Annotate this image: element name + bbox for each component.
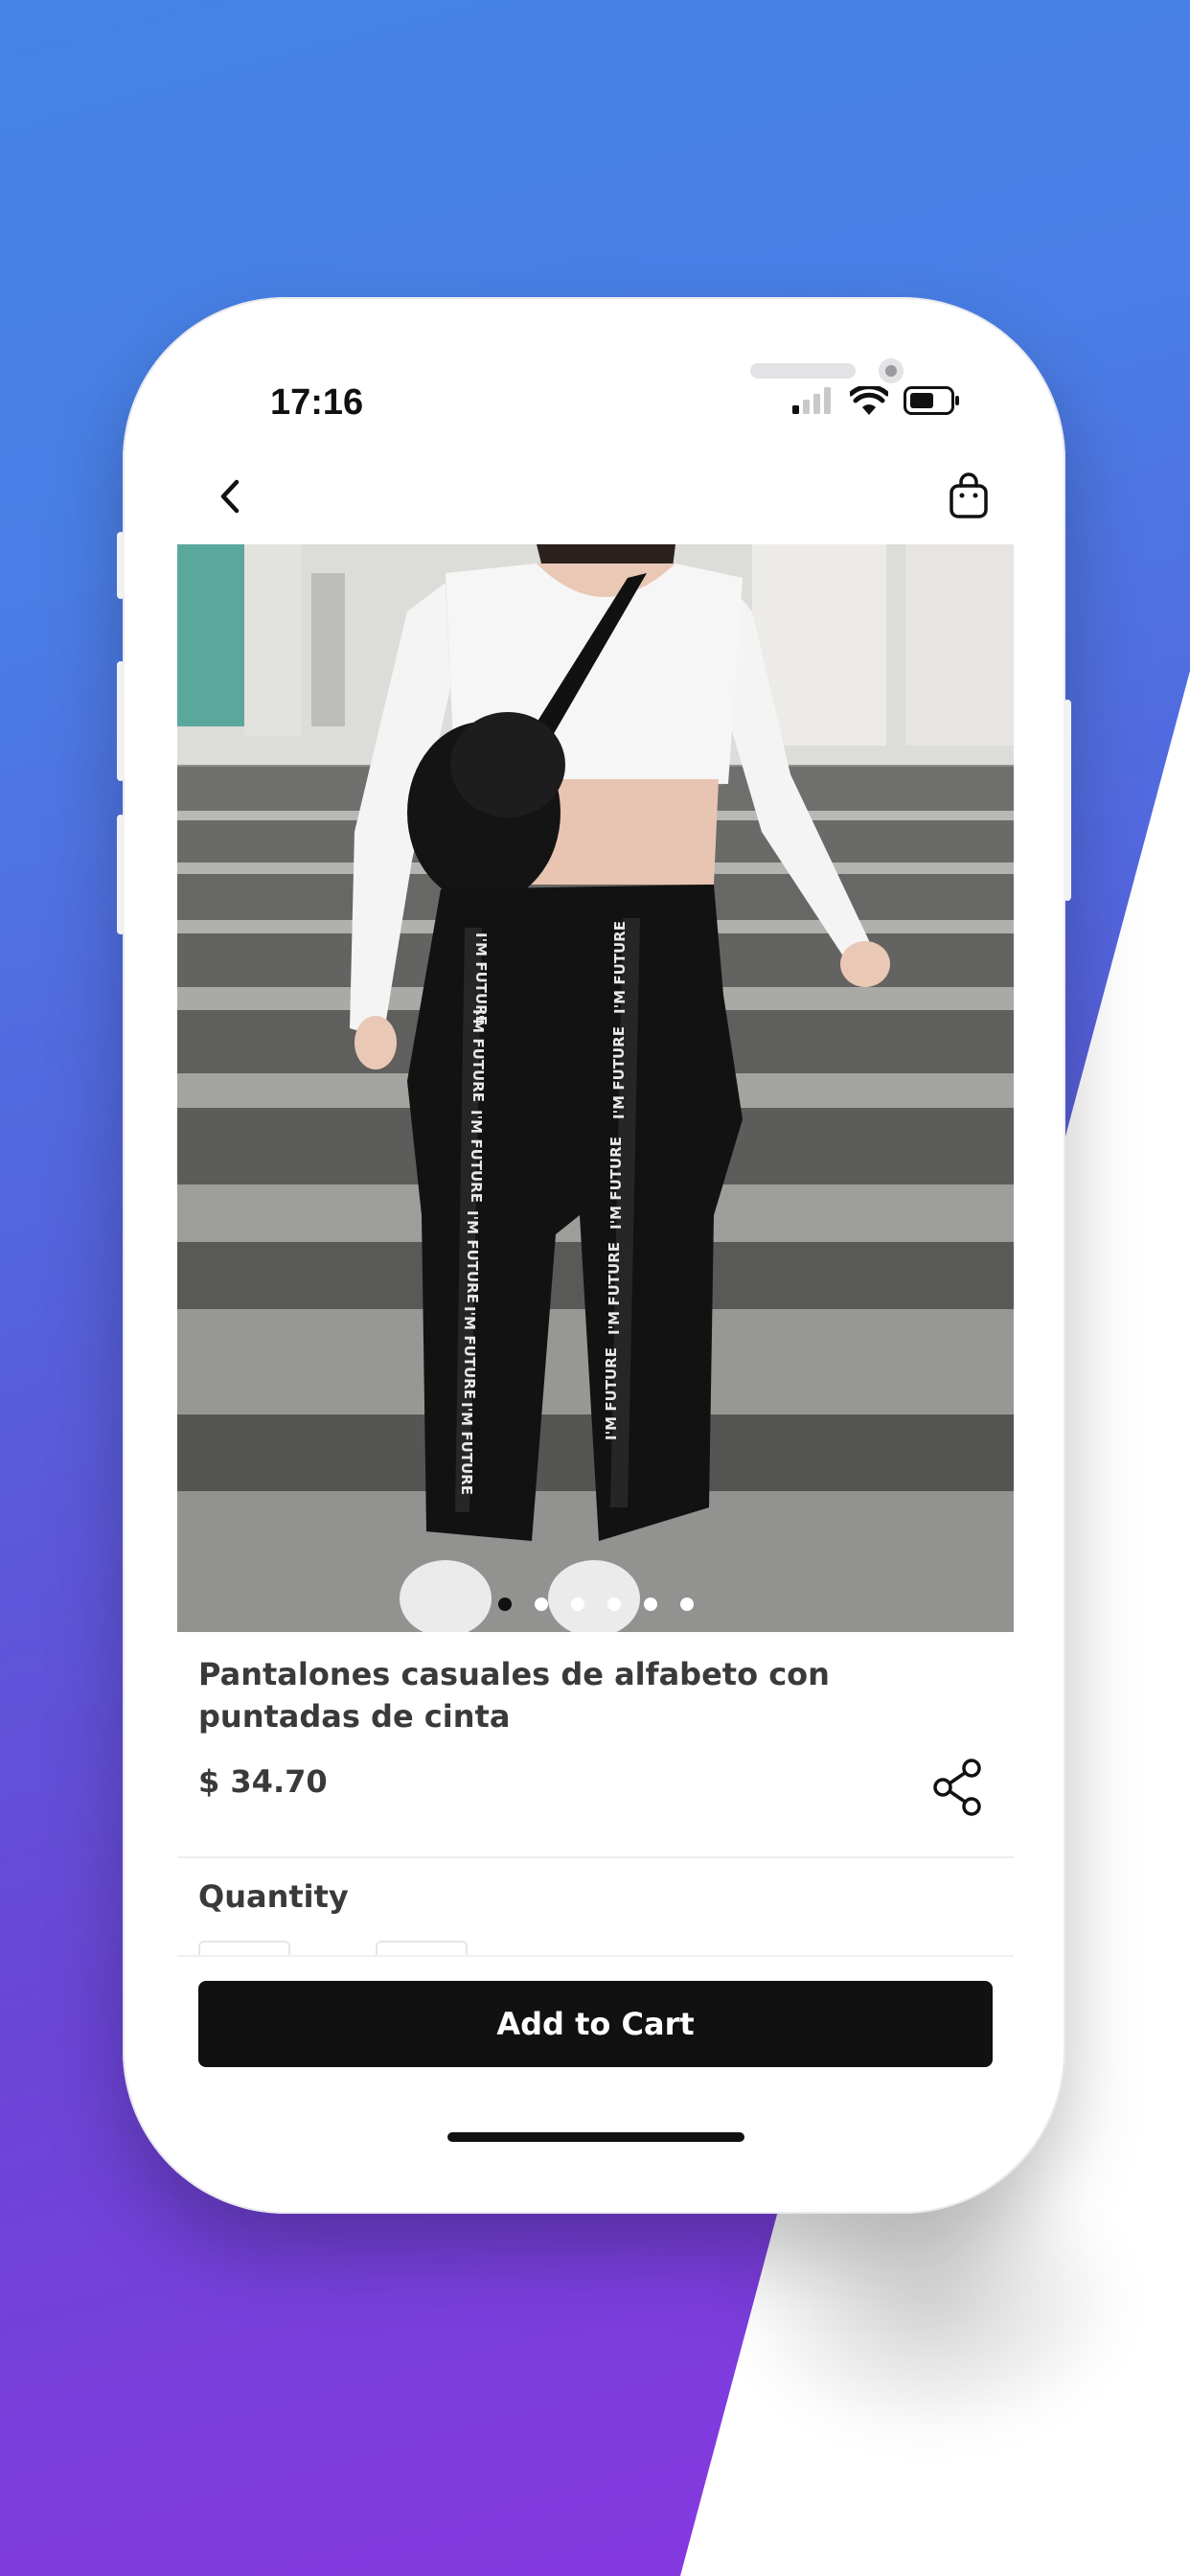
print-text: I'M FUTURE (607, 1137, 625, 1230)
product-photo: I'M FUTURE I'M FUTURE I'M FUTURE I'M FUT… (177, 544, 1014, 1632)
product-title: Pantalones casuales de alfabeto con punt… (198, 1656, 830, 1735)
notch (383, 350, 904, 411)
print-text: I'M FUTURE (468, 1110, 485, 1203)
cart-button[interactable] (943, 471, 995, 522)
section-divider (177, 1856, 1014, 1858)
phone-side-button-volume-up (117, 661, 125, 781)
back-button[interactable] (206, 472, 254, 520)
quantity-label: Quantity (198, 1878, 349, 1915)
phone-side-button-power (1064, 700, 1071, 901)
speaker-grille (750, 363, 856, 379)
product-price: $ 34.70 (198, 1763, 328, 1800)
phone-side-button-volume-down (117, 815, 125, 934)
phone-side-button-mute (117, 532, 125, 599)
print-text: I'M FUTURE (458, 1402, 475, 1495)
print-text: I'M FUTURE (611, 921, 629, 1014)
chevron-left-icon (220, 479, 240, 514)
front-camera (879, 358, 904, 383)
add-to-cart-button[interactable]: Add to Cart (198, 1981, 993, 2067)
share-button[interactable] (931, 1759, 985, 1816)
print-text: I'M FUTURE (469, 1009, 487, 1102)
battery-icon (904, 386, 959, 415)
phone-screen: 17:16 I'M FUTURE I'M FUTURE I'M FUTURE I… (177, 350, 1014, 2156)
share-icon (933, 1759, 981, 1816)
carousel-dot[interactable] (606, 1598, 621, 1611)
print-text: I'M FUTURE (603, 1347, 620, 1440)
print-text: I'M FUTURE (464, 1210, 481, 1303)
carousel-dot[interactable] (643, 1598, 657, 1611)
carousel-dot[interactable] (497, 1598, 512, 1611)
product-image-carousel[interactable]: I'M FUTURE I'M FUTURE I'M FUTURE I'M FUT… (177, 544, 1014, 1632)
print-text: I'M FUTURE (610, 1026, 628, 1119)
status-time: 17:16 (270, 382, 364, 423)
print-text: I'M FUTURE (461, 1306, 478, 1399)
home-indicator[interactable] (447, 2132, 744, 2142)
print-text: I'M FUTURE (606, 1242, 623, 1335)
wifi-icon (850, 386, 888, 415)
shopping-bag-icon (950, 472, 988, 518)
carousel-dot[interactable] (534, 1598, 548, 1611)
signal-icon (792, 387, 831, 414)
carousel-dot[interactable] (570, 1598, 584, 1611)
carousel-pagination[interactable] (177, 1598, 1014, 1611)
carousel-dot[interactable] (679, 1598, 694, 1611)
status-icons (792, 386, 961, 415)
